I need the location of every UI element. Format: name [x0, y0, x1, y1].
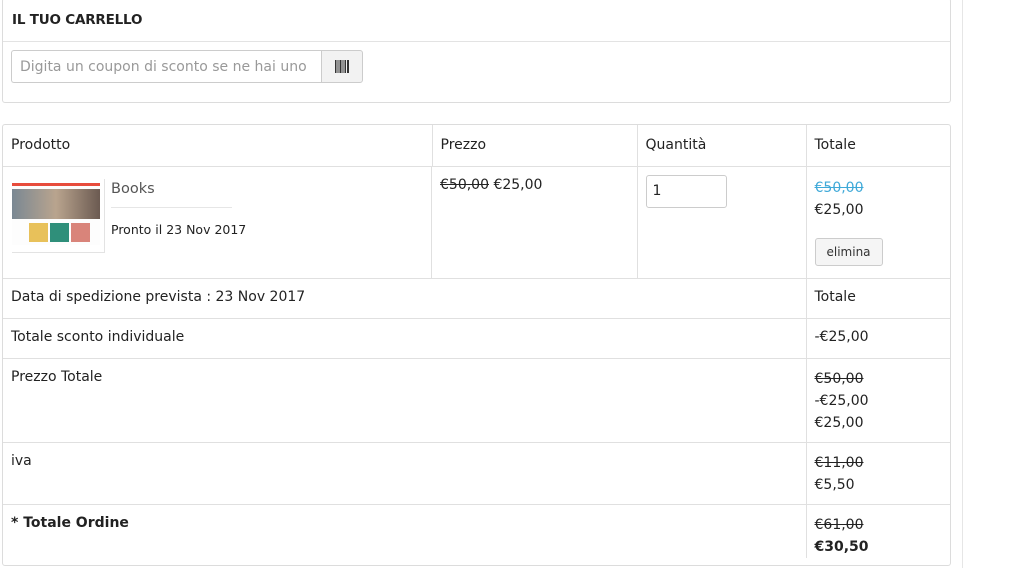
vat-row: iva €11,00 €5,50: [3, 442, 950, 505]
cart-table: Prodotto Prezzo Quantità Totale Books Pr…: [3, 125, 950, 558]
item-total-new: €25,00: [814, 201, 864, 218]
coupon-input[interactable]: [11, 50, 321, 83]
product-thumbnail[interactable]: [12, 178, 105, 253]
order-total-new: €30,50: [814, 539, 869, 555]
product-ready-date: Pronto il 23 Nov 2017: [111, 221, 247, 237]
vat-values: €11,00 €5,50: [806, 442, 950, 505]
shipping-value: Totale: [806, 278, 950, 319]
delete-item-button[interactable]: elimina: [814, 237, 883, 266]
product-image: [12, 182, 100, 245]
header-total: Totale: [806, 125, 950, 167]
barcode-icon: [335, 60, 349, 73]
coupon-row: [3, 42, 950, 83]
page-divider: [962, 0, 963, 568]
product-name-link[interactable]: Books: [111, 181, 232, 208]
quantity-input[interactable]: [645, 174, 727, 208]
discount-row: Totale sconto individuale -€25,00: [3, 318, 950, 359]
table-row: Books Pronto il 23 Nov 2017 €50,00 €25,0…: [3, 166, 950, 279]
shipping-label: Data di spedizione prevista : 23 Nov 201…: [3, 278, 807, 319]
quantity-cell: [637, 166, 807, 279]
discount-label: Totale sconto individuale: [3, 318, 807, 359]
price-cell: €50,00 €25,00: [432, 166, 638, 279]
price-total-old: €50,00: [814, 371, 864, 387]
order-total-label: * Totale Ordine: [3, 504, 807, 558]
header-quantity: Quantità: [637, 125, 807, 167]
coupon-apply-button[interactable]: [321, 50, 363, 83]
price-total-discount: -€25,00: [814, 393, 869, 409]
order-total-row: * Totale Ordine €61,00 €30,50: [3, 504, 950, 559]
product-cell: Books Pronto il 23 Nov 2017: [3, 166, 432, 279]
vat-new: €5,50: [814, 477, 855, 493]
item-total-old: €50,00: [814, 179, 864, 196]
cart-table-panel: Prodotto Prezzo Quantità Totale Books Pr…: [2, 124, 951, 566]
price-new: €25,00: [493, 176, 543, 193]
shipping-row: Data di spedizione prevista : 23 Nov 201…: [3, 278, 950, 319]
price-total-label: Prezzo Totale: [3, 358, 807, 443]
price-total-new: €25,00: [814, 415, 864, 431]
order-total-values: €61,00 €30,50: [806, 505, 950, 559]
header-product: Prodotto: [3, 125, 433, 167]
cart-title: IL TUO CARRELLO: [3, 0, 950, 42]
vat-old: €11,00: [814, 455, 864, 471]
vat-label: iva: [3, 442, 807, 505]
price-old: €50,00: [440, 176, 489, 193]
header-price: Prezzo: [432, 125, 638, 167]
price-total-values: €50,00 -€25,00 €25,00: [806, 358, 950, 443]
cart-panel: IL TUO CARRELLO: [2, 0, 951, 103]
discount-value: -€25,00: [806, 318, 950, 359]
item-total-cell: €50,00 €25,00 elimina: [806, 166, 950, 279]
price-total-row: Prezzo Totale €50,00 -€25,00 €25,00: [3, 358, 950, 443]
table-header-row: Prodotto Prezzo Quantità Totale: [3, 125, 950, 167]
order-total-old: €61,00: [814, 517, 864, 533]
